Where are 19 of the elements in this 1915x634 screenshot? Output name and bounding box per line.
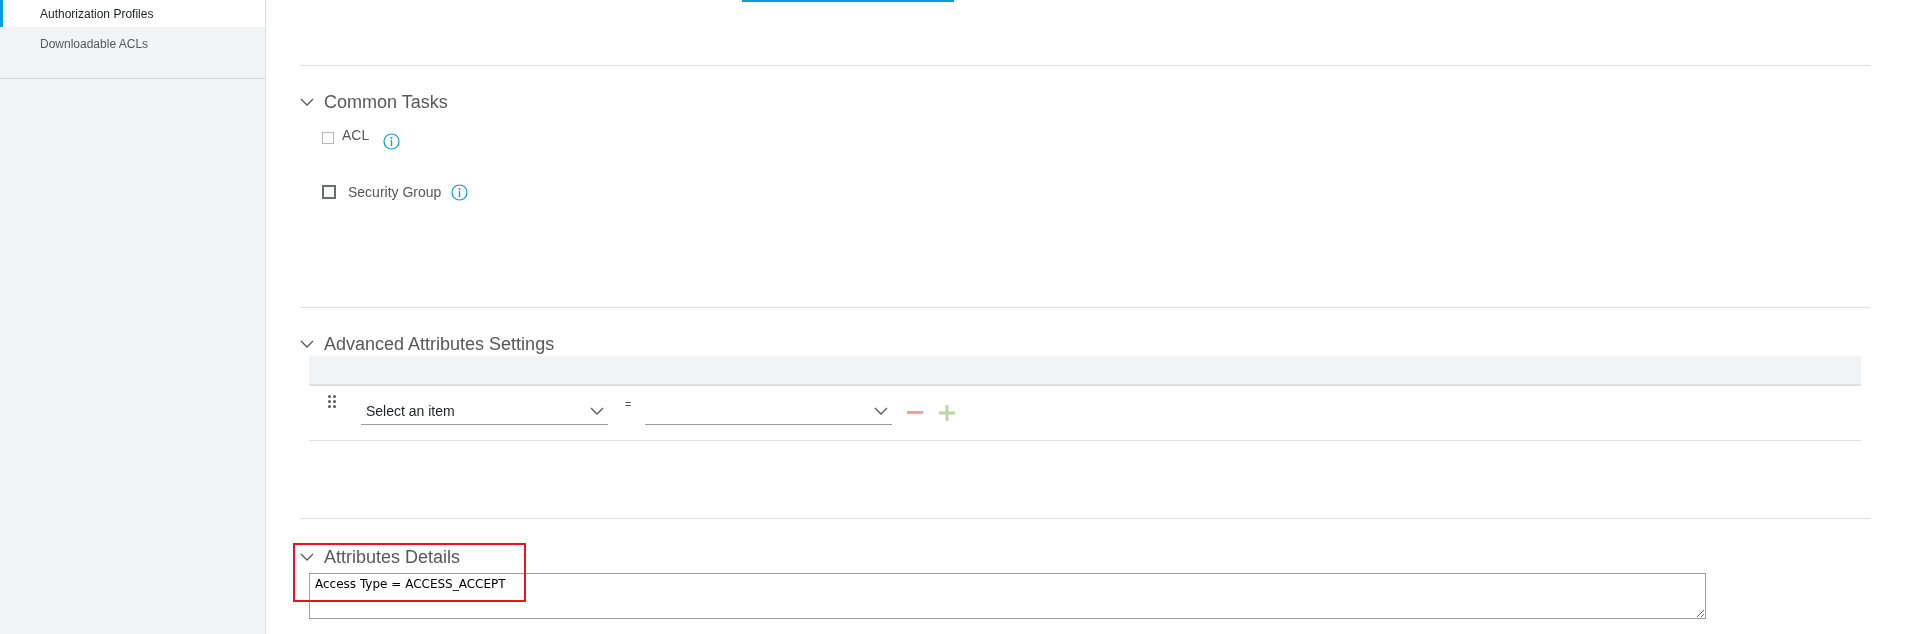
chevron-down-icon[interactable] [300,339,314,349]
checkbox[interactable] [322,185,336,199]
checkbox-label: ACL [342,125,370,145]
section-title: Attributes Details [324,545,461,569]
section-title: Advanced Attributes Settings [324,332,555,356]
operator-label: = [625,397,632,412]
checkbox-label: Security Group [348,182,442,202]
info-icon[interactable] [451,183,469,201]
chevron-down-icon[interactable] [590,406,604,416]
sidebar-item[interactable]: Authorization Profiles [0,0,265,27]
dropdown[interactable]: Select an item [361,398,608,425]
section-title: Common Tasks [324,90,448,114]
sidebar-item[interactable]: Downloadable ACLs [0,27,265,60]
chevron-down-icon[interactable] [300,97,314,107]
info-icon[interactable] [383,132,401,150]
chevron-down-icon[interactable] [300,552,314,562]
details-text-area[interactable]: Access Type = ACCESS_ACCEPT [309,573,1706,619]
drag-handle-icon[interactable] [328,395,336,408]
chevron-down-icon[interactable] [874,406,889,416]
